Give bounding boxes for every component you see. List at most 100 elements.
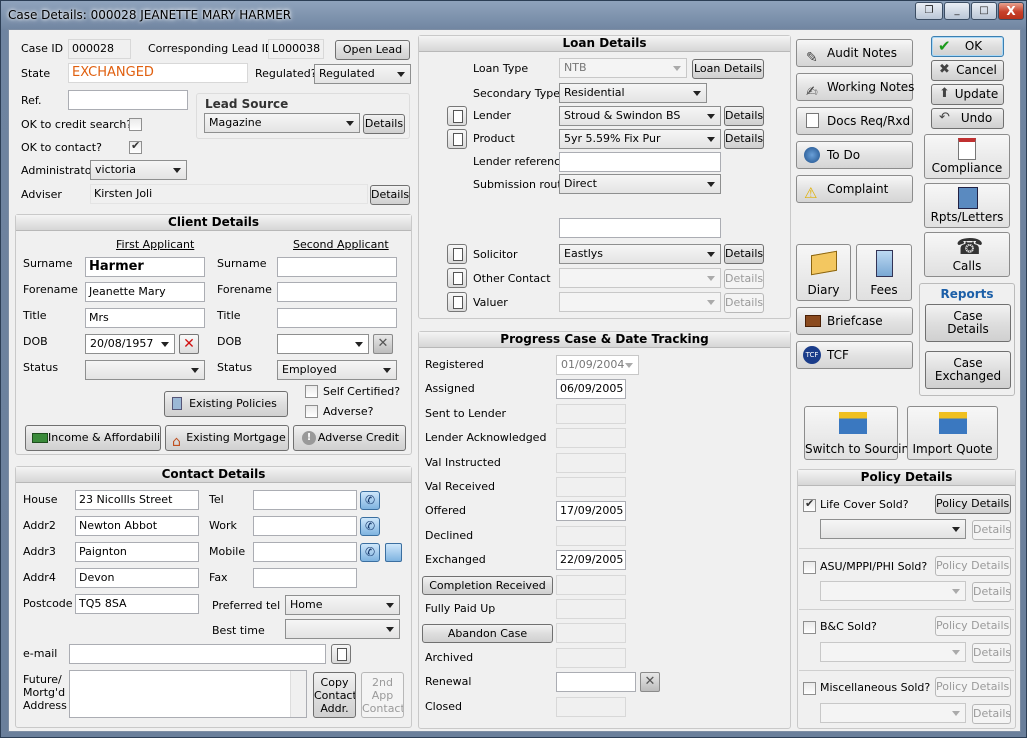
lender-reference-input[interactable] xyxy=(559,152,721,172)
preferred-tel-select[interactable]: Home xyxy=(285,595,400,615)
to-do-button[interactable]: To Do xyxy=(796,141,913,169)
adviser-details-button[interactable]: Details xyxy=(370,185,410,205)
progress-date-field[interactable] xyxy=(556,477,626,497)
asu-select[interactable] xyxy=(820,581,966,601)
docs-req-button[interactable]: Docs Req/Rxd xyxy=(796,107,913,135)
switch-to-sourcing-button[interactable]: Switch to Sourcing xyxy=(804,406,917,460)
bc-select[interactable] xyxy=(820,642,966,662)
first-surname-input[interactable]: Harmer xyxy=(85,257,205,277)
product-select[interactable]: 5yr 5.59% Fix Pur xyxy=(559,129,721,149)
case-details-report-button[interactable]: Case Details xyxy=(925,304,1011,342)
product-details-button[interactable]: Details xyxy=(724,129,764,149)
ok-credit-checkbox[interactable] xyxy=(129,118,142,131)
bc-details-button[interactable]: Details xyxy=(972,643,1011,663)
audit-notes-button[interactable]: ✎ Audit Notes xyxy=(796,39,913,67)
progress-date-field[interactable]: 22/09/2005 xyxy=(556,550,626,571)
progress-date-field[interactable]: 01/09/2004 xyxy=(556,355,639,375)
lead-source-select[interactable]: Magazine xyxy=(204,113,360,133)
loan-type-select[interactable]: NTB xyxy=(559,58,687,78)
house-input[interactable]: 23 Nicollls Street xyxy=(75,490,199,510)
progress-date-field[interactable] xyxy=(556,623,626,644)
best-time-select[interactable] xyxy=(285,619,400,639)
progress-date-field[interactable]: 06/09/2005 xyxy=(556,379,626,400)
progress-date-field[interactable] xyxy=(556,403,626,424)
first-title-input[interactable]: Mrs xyxy=(85,308,205,328)
dial-work-icon[interactable] xyxy=(360,517,380,536)
misc-select[interactable] xyxy=(820,703,966,723)
ref-input[interactable] xyxy=(68,90,188,110)
future-address-scrollbar[interactable] xyxy=(290,671,306,717)
undo-button[interactable]: ↶ Undo xyxy=(931,108,1004,129)
administrator-select[interactable]: victoria xyxy=(90,160,187,180)
rpts-letters-button[interactable]: Rpts/Letters xyxy=(924,183,1010,228)
valuer-select[interactable] xyxy=(559,292,721,312)
fees-button[interactable]: Fees xyxy=(856,244,912,301)
diary-button[interactable]: Diary xyxy=(796,244,851,301)
update-button[interactable]: ⬆ Update xyxy=(931,84,1004,105)
send-email-icon[interactable] xyxy=(331,644,351,664)
future-address-textarea[interactable] xyxy=(69,670,307,718)
asu-checkbox[interactable] xyxy=(803,561,816,574)
asu-policy-details-button[interactable]: Policy Details... xyxy=(935,556,1011,576)
first-forename-input[interactable]: Jeanette Mary xyxy=(85,282,205,302)
valuer-card-icon[interactable] xyxy=(447,292,467,312)
minimize-button[interactable]: _ xyxy=(944,2,970,20)
valuer-details-button[interactable]: Details xyxy=(724,293,764,313)
copy-contact-button[interactable]: Copy Contact Addr. xyxy=(313,672,356,718)
compliance-button[interactable]: Compliance xyxy=(924,134,1010,179)
clear-second-dob-icon[interactable]: ✕ xyxy=(373,334,393,354)
lender-select[interactable]: Stroud & Swindon BS xyxy=(559,106,721,126)
restore-icon[interactable]: ❐ xyxy=(915,2,943,20)
bc-checkbox[interactable] xyxy=(803,621,816,634)
work-input[interactable] xyxy=(253,516,357,536)
first-dob-picker[interactable]: 20/08/1957 xyxy=(85,334,175,354)
progress-date-field[interactable] xyxy=(556,696,626,717)
solicitor-card-icon[interactable] xyxy=(447,244,467,264)
progress-date-field[interactable] xyxy=(556,452,626,473)
ok-button[interactable]: ✔ OK xyxy=(931,36,1004,57)
clear-dob-icon[interactable]: ✕ xyxy=(179,334,199,354)
second-surname-input[interactable] xyxy=(277,257,397,277)
fax-input[interactable] xyxy=(253,568,357,588)
income-affordability-button[interactable]: Income & Affordability xyxy=(25,425,161,451)
case-exchanged-report-button[interactable]: Case Exchanged xyxy=(925,351,1011,389)
progress-action-button[interactable]: Completion Received xyxy=(422,575,553,595)
addr4-input[interactable]: Devon xyxy=(75,568,199,588)
first-status-select[interactable] xyxy=(85,360,205,380)
dial-tel-icon[interactable] xyxy=(360,491,380,510)
secondary-type-select[interactable]: Residential xyxy=(559,83,707,103)
progress-date-field[interactable] xyxy=(556,525,626,546)
import-quote-button[interactable]: Import Quote xyxy=(907,406,998,460)
existing-mortgage-button[interactable]: ⌂ Existing Mortgage xyxy=(165,425,289,451)
dial-mobile-icon[interactable] xyxy=(360,543,380,562)
asu-details-button[interactable]: Details xyxy=(972,582,1011,602)
life-cover-select[interactable] xyxy=(820,519,966,539)
adverse-credit-button[interactable]: ! Adverse Credit xyxy=(293,425,406,451)
misc-checkbox[interactable] xyxy=(803,682,816,695)
life-details-button[interactable]: Details xyxy=(972,520,1011,540)
progress-date-field[interactable] xyxy=(556,428,626,449)
progress-date-field[interactable] xyxy=(556,672,636,693)
briefcase-button[interactable]: Briefcase xyxy=(796,307,913,335)
second-forename-input[interactable] xyxy=(277,282,397,302)
calls-button[interactable]: ☎ Calls xyxy=(924,232,1010,277)
addr2-input[interactable]: Newton Abbot xyxy=(75,516,199,536)
sms-icon[interactable] xyxy=(385,543,402,562)
second-status-select[interactable]: Employed xyxy=(277,360,397,380)
lender-details-button[interactable]: Details xyxy=(724,106,764,126)
second-title-input[interactable] xyxy=(277,308,397,328)
addr3-input[interactable]: Paignton xyxy=(75,542,199,562)
email-input[interactable] xyxy=(69,644,326,664)
ok-contact-checkbox[interactable] xyxy=(129,139,142,154)
progress-action-button[interactable]: Abandon Case xyxy=(422,624,553,644)
maximize-button[interactable]: □ xyxy=(971,2,997,20)
tcf-button[interactable]: TCF TCF xyxy=(796,341,913,369)
lead-source-details-button[interactable]: Details xyxy=(363,114,405,134)
other-contact-select[interactable] xyxy=(559,268,721,288)
life-cover-checkbox[interactable] xyxy=(803,497,816,512)
working-notes-button[interactable]: ✍ Working Notes xyxy=(796,73,914,101)
other-contact-details-button[interactable]: Details xyxy=(724,269,764,289)
lender-card-icon[interactable] xyxy=(447,106,467,126)
submission-route-select[interactable]: Direct xyxy=(559,174,721,194)
regulated-select[interactable]: Regulated xyxy=(314,64,411,84)
